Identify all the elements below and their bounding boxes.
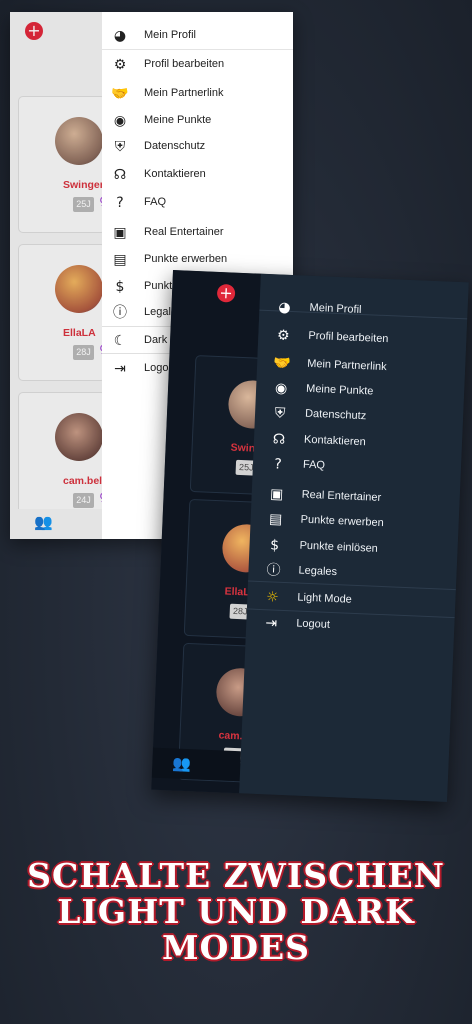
menu-label: Meine Punkte — [144, 114, 212, 126]
menu-item-punkte[interactable]: ◉ Meine Punkte — [102, 108, 292, 134]
headset-icon: ☊ — [272, 431, 286, 448]
light-profile-list: + Swingerel 25J ♀ EllaLA 28J ♀ cam.bella… — [10, 12, 113, 539]
menu-label: Legales — [298, 564, 338, 579]
dark-mode-screenshot: + Swingerel 25J ♀ EllaLA 28J ♀ cam.bella… — [151, 270, 469, 802]
menu-item-profil-bearbeiten[interactable]: ⚙ Profil bearbeiten — [102, 52, 292, 78]
question-icon: ? — [116, 195, 124, 211]
headline-line-3: MODES — [162, 928, 310, 967]
id-badge-icon: ▣ — [113, 225, 127, 241]
menu-item-kontaktieren[interactable]: ☊ Kontaktieren — [102, 162, 292, 188]
headline-line-2: LIGHT UND DARK — [57, 892, 415, 931]
menu-label: Datenschutz — [304, 407, 367, 423]
menu-label: Kontaktieren — [144, 168, 206, 180]
menu-label: Punkte erwerben — [144, 253, 228, 265]
gear-icon: ⚙ — [276, 327, 290, 344]
menu-item-punkte-erwerben[interactable]: ▤ Punkte erwerben — [102, 247, 292, 273]
moon-icon: ☾ — [113, 333, 127, 349]
menu-label: Punkte einlösen — [299, 539, 379, 555]
dollar-file-icon: $ — [115, 279, 125, 295]
handshake-icon: 🤝 — [273, 355, 292, 373]
gear-icon: ⚙ — [113, 57, 127, 73]
headset-icon: ☊ — [113, 167, 127, 183]
menu-label: Kontaktieren — [303, 433, 366, 449]
money-bill-icon: ▤ — [268, 511, 283, 528]
menu-item-faq[interactable]: ? FAQ — [102, 190, 292, 216]
menu-item-datenschutz[interactable]: ⛨ Datenschutz — [102, 134, 292, 160]
money-bill-icon: ▤ — [113, 252, 127, 268]
menu-label: FAQ — [302, 458, 326, 472]
coins-icon: ◉ — [113, 113, 127, 129]
handshake-icon: 🤝 — [111, 86, 129, 102]
id-badge-icon: ▣ — [269, 486, 284, 503]
menu-label: Mein Profil — [144, 29, 196, 41]
menu-label: Datenschutz — [144, 140, 206, 152]
menu-label: Mein Profil — [309, 301, 362, 316]
coins-icon: ◉ — [274, 380, 288, 397]
question-icon: ? — [273, 456, 283, 473]
menu-label: Mein Partnerlink — [306, 357, 387, 374]
menu-label: Light Mode — [297, 591, 353, 606]
side-menu-dark: ◕ Mein Profil ⚙ Profil bearbeiten 🤝 Mein… — [239, 273, 469, 802]
user-circle-icon: ◕ — [113, 28, 127, 44]
bottom-nav: 👥 — [151, 747, 241, 782]
menu-label: Logout — [296, 617, 331, 631]
user-circle-icon: ◕ — [278, 299, 291, 316]
menu-label: FAQ — [144, 196, 167, 208]
add-button[interactable]: + — [216, 283, 236, 303]
menu-overlay[interactable] — [10, 12, 102, 539]
shield-icon: ⛨ — [114, 139, 126, 155]
menu-label: Punkte erwerben — [300, 513, 385, 530]
promo-headline: SCHALTE ZWISCHEN LIGHT UND DARK MODES — [0, 858, 472, 966]
dollar-file-icon: $ — [269, 537, 280, 554]
headline-line-1: SCHALTE ZWISCHEN — [27, 856, 445, 895]
menu-label: Profil bearbeiten — [144, 58, 225, 70]
info-icon: ⓘ — [266, 562, 281, 579]
menu-label: Mein Partnerlink — [144, 87, 224, 99]
menu-label: Real Entertainer — [144, 226, 224, 238]
menu-item-partnerlink[interactable]: 🤝 Mein Partnerlink — [102, 81, 292, 107]
menu-item-profil[interactable]: ◕ Mein Profil — [102, 23, 292, 49]
menu-item-real-entertainer[interactable]: ▣ Real Entertainer — [102, 220, 292, 246]
sun-icon: ☼ — [265, 589, 280, 606]
dark-phone-frame: + Swingerel 25J ♀ EllaLA 28J ♀ cam.bella… — [151, 270, 469, 802]
menu-label: Profil bearbeiten — [308, 329, 389, 346]
logout-icon: ⇥ — [114, 361, 126, 377]
people-icon[interactable]: 👥 — [172, 754, 191, 773]
logout-icon: ⇥ — [265, 615, 278, 632]
menu-label: Meine Punkte — [305, 382, 374, 398]
menu-label: Real Entertainer — [301, 488, 382, 504]
shield-icon: ⛨ — [274, 405, 286, 422]
info-icon: ⓘ — [113, 305, 127, 321]
